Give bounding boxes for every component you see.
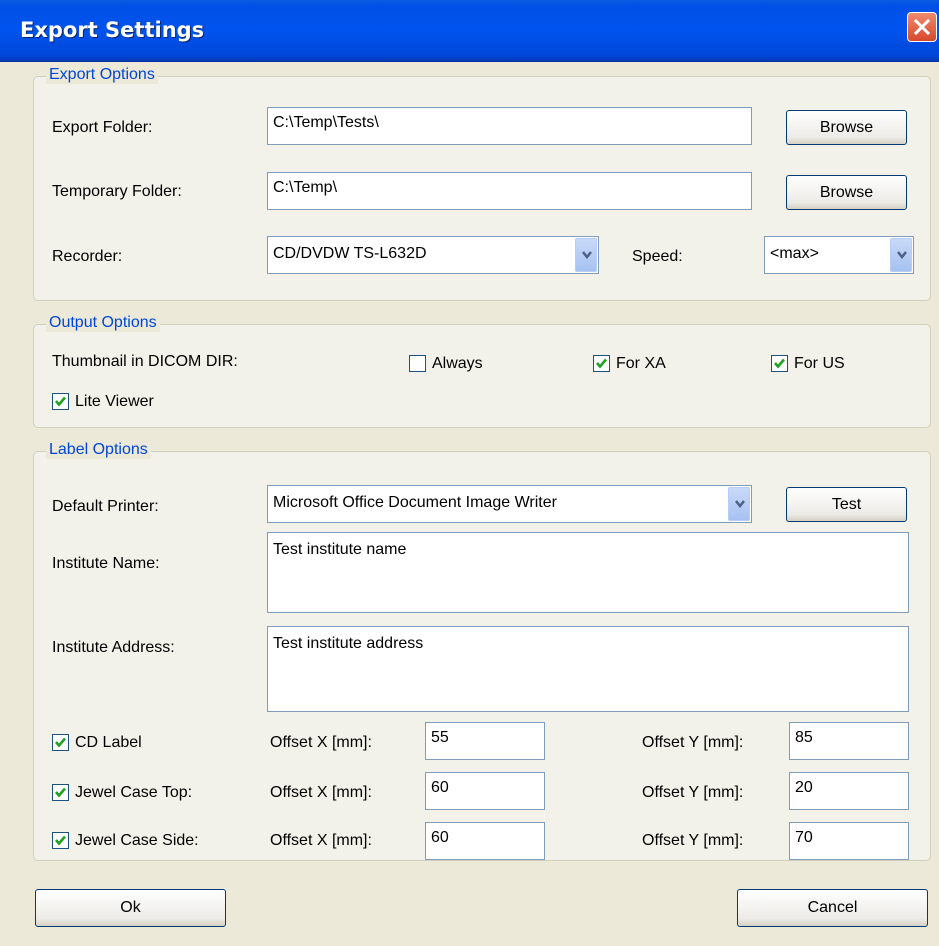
checkmark-icon: [55, 787, 66, 798]
default-printer-label: Default Printer:: [52, 498, 159, 515]
cd-label-checkbox[interactable]: [52, 734, 69, 751]
checkmark-icon: [55, 396, 66, 407]
temporary-folder-label: Temporary Folder:: [52, 183, 182, 200]
jewel-case-side-label: Jewel Case Side:: [75, 832, 199, 849]
jewel-case-side-checkbox[interactable]: [52, 832, 69, 849]
jewel-case-top-checkbox[interactable]: [52, 784, 69, 801]
for-us-label: For US: [794, 355, 845, 372]
recorder-select[interactable]: CD/DVDW TS-L632D: [267, 236, 599, 274]
jewel-case-top-offset-x-input[interactable]: 60: [425, 772, 545, 810]
default-printer-value: Microsoft Office Document Image Writer: [273, 494, 557, 511]
export-folder-browse-button[interactable]: Browse: [786, 110, 907, 145]
always-label: Always: [432, 355, 483, 372]
jewel-case-side-offset-y-input[interactable]: 70: [789, 822, 909, 860]
checkmark-icon: [774, 358, 785, 369]
speed-select[interactable]: <max>: [764, 236, 914, 274]
chevron-down-icon: [897, 251, 907, 260]
window-title: Export Settings: [20, 18, 205, 42]
output-options-title: Output Options: [46, 314, 160, 332]
recorder-dropdown-button[interactable]: [575, 238, 597, 272]
default-printer-dropdown-button[interactable]: [728, 487, 750, 521]
test-printer-button[interactable]: Test: [786, 487, 907, 522]
jewel-case-side-offset-y-label: Offset Y [mm]:: [642, 832, 744, 849]
for-xa-label: For XA: [616, 355, 666, 372]
jewel-case-side-offset-x-label: Offset X [mm]:: [270, 832, 372, 849]
checkmark-icon: [55, 737, 66, 748]
export-folder-input[interactable]: C:\Temp\Tests\: [267, 107, 752, 145]
always-checkbox[interactable]: [409, 355, 426, 372]
institute-address-input[interactable]: Test institute address: [267, 626, 909, 712]
title-bar: Export Settings: [0, 0, 939, 62]
checkmark-icon: [55, 835, 66, 846]
ok-button[interactable]: Ok: [35, 889, 226, 927]
export-folder-label: Export Folder:: [52, 119, 153, 136]
institute-name-input[interactable]: Test institute name: [267, 532, 909, 613]
recorder-label: Recorder:: [52, 248, 123, 265]
institute-address-label: Institute Address:: [52, 639, 175, 656]
cd-label-offset-x-label: Offset X [mm]:: [270, 734, 372, 751]
output-options-group: Output Options: [33, 314, 931, 428]
lite-viewer-label: Lite Viewer: [75, 393, 154, 410]
speed-dropdown-button[interactable]: [890, 238, 912, 272]
checkmark-icon: [596, 358, 607, 369]
cd-label-offset-y-input[interactable]: 85: [789, 722, 909, 760]
jewel-case-top-offset-y-input[interactable]: 20: [789, 772, 909, 810]
speed-label: Speed:: [632, 248, 683, 265]
jewel-case-side-offset-x-input[interactable]: 60: [425, 822, 545, 860]
cd-label-offset-x-input[interactable]: 55: [425, 722, 545, 760]
dialog-body: Export Options Export Folder: C:\Temp\Te…: [0, 62, 939, 946]
cd-label-offset-y-label: Offset Y [mm]:: [642, 734, 744, 751]
cd-label-label: CD Label: [75, 734, 142, 751]
jewel-case-top-offset-y-label: Offset Y [mm]:: [642, 784, 744, 801]
default-printer-select[interactable]: Microsoft Office Document Image Writer: [267, 485, 752, 523]
temporary-folder-input[interactable]: C:\Temp\: [267, 172, 752, 210]
close-icon: [914, 19, 930, 35]
recorder-value: CD/DVDW TS-L632D: [273, 245, 427, 262]
speed-value: <max>: [770, 245, 819, 262]
cancel-button[interactable]: Cancel: [737, 889, 928, 927]
thumbnail-label: Thumbnail in DICOM DIR:: [52, 353, 238, 370]
label-options-title: Label Options: [46, 441, 151, 459]
chevron-down-icon: [735, 500, 745, 509]
temporary-folder-browse-button[interactable]: Browse: [786, 175, 907, 210]
institute-name-label: Institute Name:: [52, 555, 160, 572]
jewel-case-top-label: Jewel Case Top:: [75, 784, 193, 801]
export-options-title: Export Options: [46, 66, 158, 84]
for-us-checkbox[interactable]: [771, 355, 788, 372]
chevron-down-icon: [582, 251, 592, 260]
lite-viewer-checkbox[interactable]: [52, 393, 69, 410]
jewel-case-top-offset-x-label: Offset X [mm]:: [270, 784, 372, 801]
for-xa-checkbox[interactable]: [593, 355, 610, 372]
close-button[interactable]: [907, 12, 937, 42]
